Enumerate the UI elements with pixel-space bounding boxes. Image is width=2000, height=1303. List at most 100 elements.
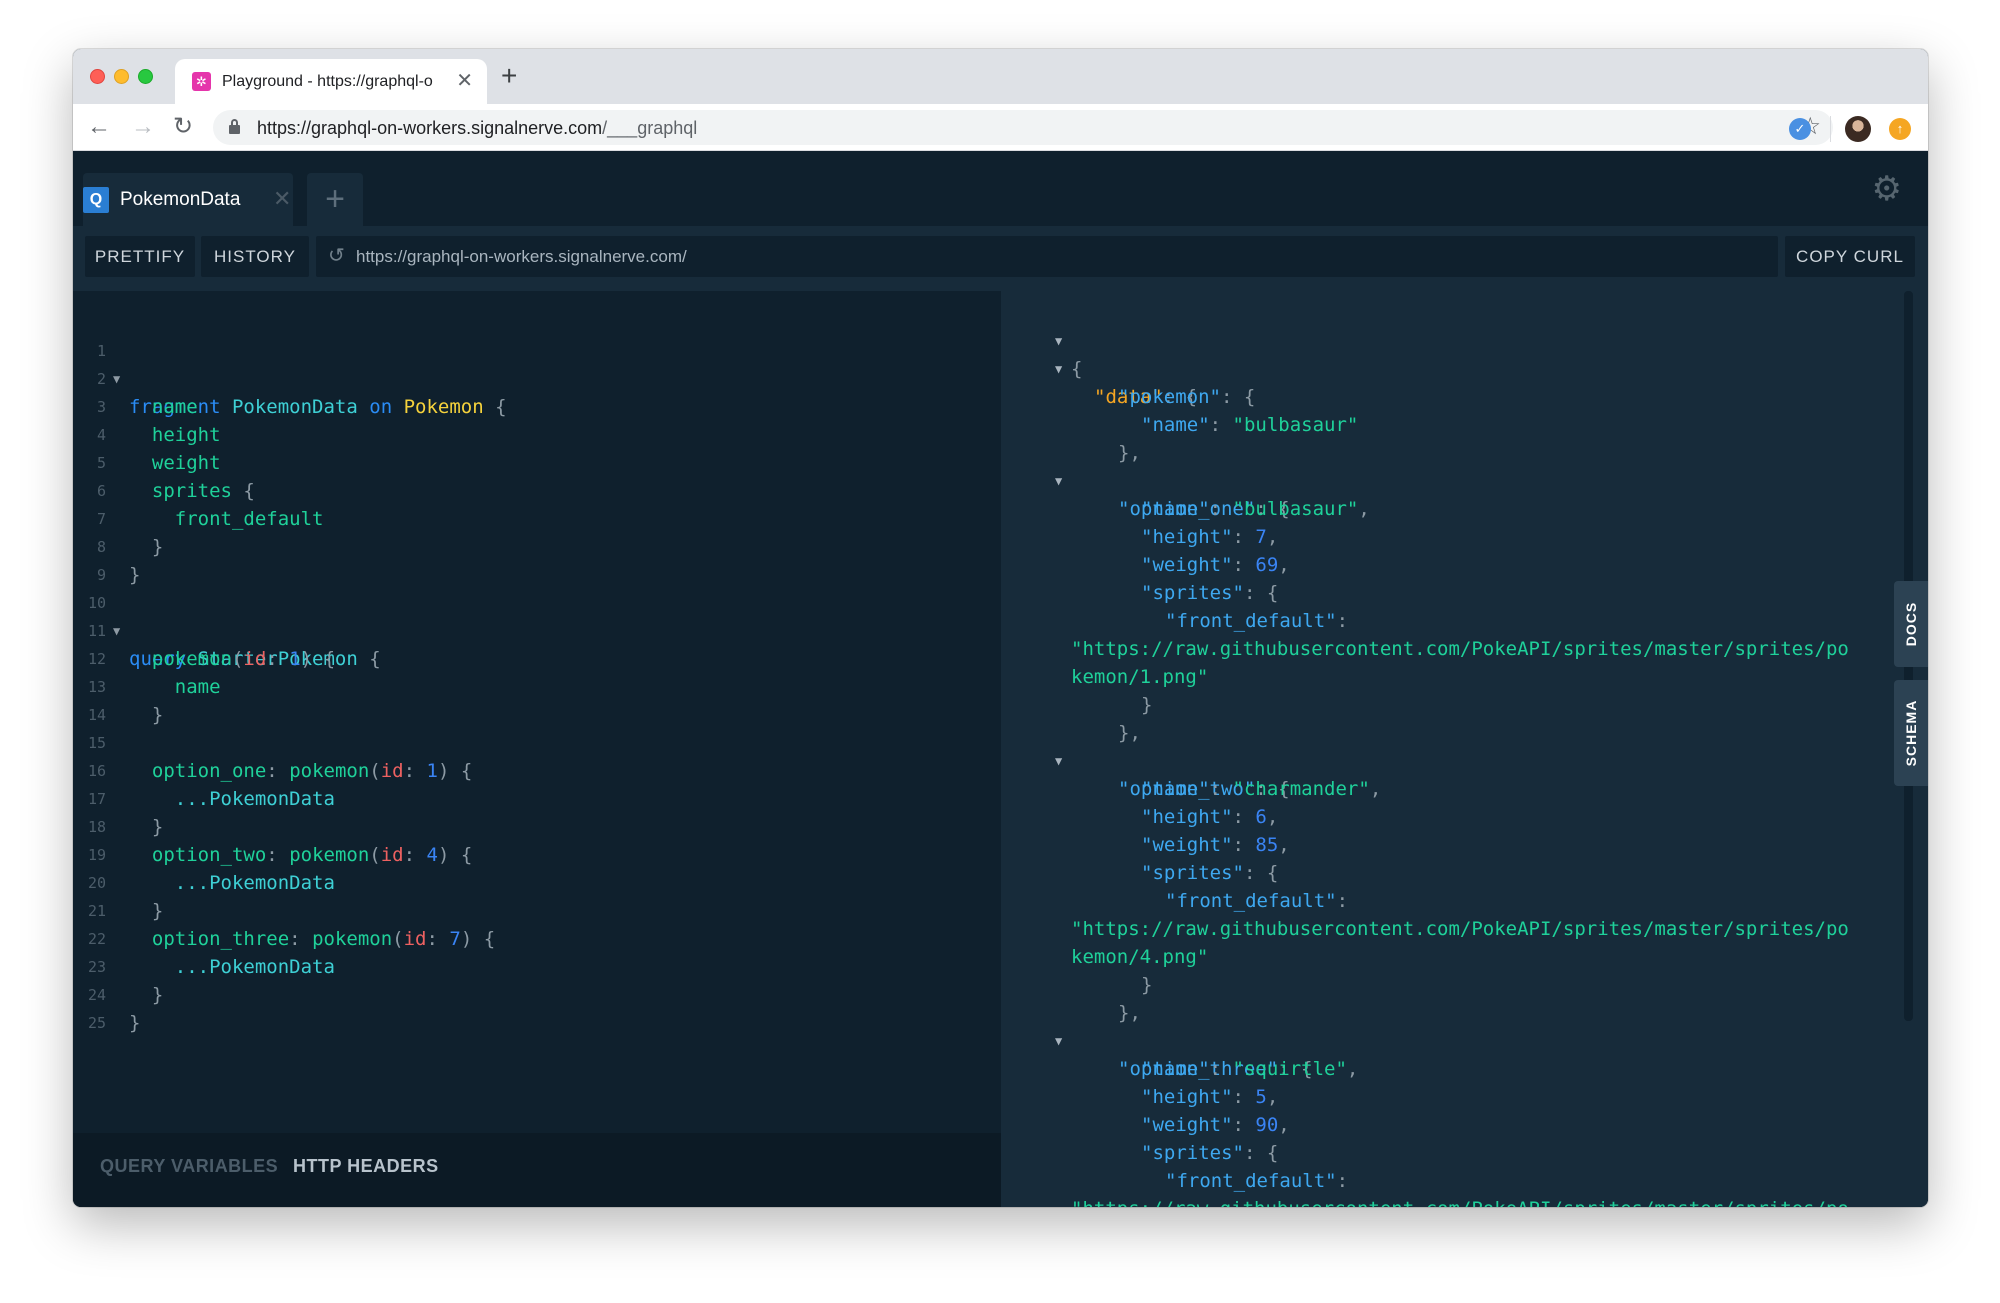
code-line: 1 ▼ fragment PokemonData on Pokemon {	[73, 309, 1001, 418]
new-tab-button[interactable]: +	[501, 62, 517, 90]
result-line: kemon/1.png"	[1001, 635, 1928, 688]
tab-http-headers[interactable]: HTTP HEADERS	[293, 1155, 439, 1177]
result-line: kemon/4.png"	[1001, 915, 1928, 968]
code-line: 23 }	[73, 925, 1001, 1006]
tab-label: PokemonData	[120, 189, 241, 210]
result-line: "weight": 69,	[1141, 554, 1290, 576]
code-line: 22 ...PokemonData	[73, 897, 1001, 978]
browser-window: ✲ Playground - https://graphql-o ✕ + ← →…	[73, 49, 1928, 1207]
code-line: 8 }	[73, 505, 1001, 586]
result-line: "height": 7,	[1141, 526, 1279, 548]
code-line: 12 name	[73, 617, 1001, 698]
lock-icon	[229, 119, 240, 134]
graphql-favicon-icon: ✲	[192, 72, 211, 91]
query-editor[interactable]: 1 ▼ fragment PokemonData on Pokemon { 2 …	[73, 291, 1001, 1207]
code-line: 7 }	[73, 477, 1001, 558]
graphql-playground: Q PokemonData ✕ + ⚙ PRETTIFY HISTORY ↺ h…	[73, 151, 1928, 1207]
result-line: "front_default":	[1165, 890, 1349, 912]
refresh-icon[interactable]: ↺	[328, 245, 345, 267]
result-line: "front_default":	[1165, 610, 1349, 632]
close-icon[interactable]: ✕	[456, 69, 473, 93]
copy-curl-button[interactable]: COPY CURL	[1785, 236, 1915, 277]
address-url[interactable]: https://graphql-on-workers.signalnerve.c…	[257, 117, 697, 139]
result-viewer[interactable]: ▼ { ▼ "data": { "pokemon": { "name": "bu…	[1001, 291, 1928, 1207]
result-line: "name": "squirtle",	[1141, 1058, 1359, 1080]
result-line: "weight": 85,	[1141, 834, 1290, 856]
variables-panel-bar: QUERY VARIABLES HTTP HEADERS	[73, 1133, 1001, 1207]
code-line: 5 sprites {	[73, 421, 1001, 502]
tab-pokemondata[interactable]: Q PokemonData ✕	[83, 173, 293, 226]
result-line: "pokemon": {	[1118, 386, 1256, 408]
result-line: },	[1118, 1002, 1141, 1024]
result-line: "https://raw.githubusercontent.com/PokeA…	[1001, 887, 1928, 940]
forward-arrow-icon[interactable]: →	[131, 112, 155, 142]
line-number: 25	[87, 1014, 106, 1032]
code-line: 6 front_default	[73, 449, 1001, 530]
browser-tab[interactable]: ✲ Playground - https://graphql-o ✕	[175, 59, 487, 104]
endpoint-input[interactable]: ↺ https://graphql-on-workers.signalnerve…	[316, 236, 1778, 277]
result-line: "front_default":	[1165, 1170, 1349, 1192]
code-line: 13 }	[73, 645, 1001, 726]
code-line: 17 }	[73, 757, 1001, 838]
schema-tab[interactable]: SCHEMA	[1894, 680, 1928, 786]
address-bar[interactable]: https://graphql-on-workers.signalnerve.c…	[213, 110, 1833, 145]
editor-action-bar: PRETTIFY HISTORY ↺ https://graphql-on-wo…	[73, 226, 1928, 291]
browser-toolbar: ← → ↻ https://graphql-on-workers.signaln…	[73, 104, 1928, 151]
add-tab-button[interactable]: +	[307, 173, 363, 226]
code-line: 21 option_three: pokemon(id: 7) {	[73, 869, 1001, 950]
result-line: "sprites": {	[1141, 582, 1279, 604]
browser-tab-strip: ✲ Playground - https://graphql-o ✕ +	[73, 49, 1928, 104]
code-line: 2 name	[73, 337, 1001, 418]
query-badge: Q	[83, 187, 109, 213]
playground-tab-bar: Q PokemonData ✕ + ⚙	[73, 151, 1928, 226]
result-line: "name": "bulbasaur",	[1141, 498, 1370, 520]
result-line: "https://raw.githubusercontent.com/PokeA…	[1001, 607, 1928, 660]
history-button[interactable]: HISTORY	[201, 236, 309, 277]
result-line: "sprites": {	[1141, 862, 1279, 884]
back-arrow-icon[interactable]: ←	[87, 112, 111, 142]
tab-query-variables[interactable]: QUERY VARIABLES	[100, 1155, 278, 1177]
url-path: /___graphql	[602, 118, 698, 138]
schema-tab-label: SCHEMA	[1903, 699, 1919, 767]
result-line: ▼ "data": {	[1001, 327, 1928, 408]
close-window-button[interactable]	[90, 69, 105, 84]
result-line: ▼ "option_one": {	[1001, 439, 1928, 520]
result-line: "height": 5,	[1141, 1086, 1279, 1108]
extension-icon[interactable]: ✓	[1789, 118, 1811, 140]
result-line: "weight": 90,	[1141, 1114, 1290, 1136]
code-line: 15 option_one: pokemon(id: 1) {	[73, 701, 1001, 782]
url-host: https://graphql-on-workers.signalnerve.c…	[257, 118, 603, 138]
json-string: "https://raw.githubusercontent.com/PokeA…	[1071, 1195, 1849, 1207]
minimize-window-button[interactable]	[114, 69, 129, 84]
result-line: ▼ "option_three": {	[1001, 999, 1928, 1080]
result-line: }	[1141, 974, 1153, 996]
endpoint-url[interactable]: https://graphql-on-workers.signalnerve.c…	[356, 246, 687, 267]
code-line: 25	[73, 981, 1001, 1032]
code-line: 19 ...PokemonData	[73, 813, 1001, 894]
maximize-window-button[interactable]	[138, 69, 153, 84]
result-line: "name": "bulbasaur"	[1141, 414, 1359, 436]
docs-tab[interactable]: DOCS	[1894, 581, 1928, 667]
result-line: }	[1141, 694, 1153, 716]
result-line: },	[1118, 442, 1141, 464]
avatar[interactable]	[1845, 116, 1871, 142]
prettify-button[interactable]: PRETTIFY	[85, 236, 195, 277]
code-line: 10 ▼ query StarterPokemon {	[73, 561, 1001, 670]
code-line: 3 height	[73, 365, 1001, 446]
result-line: "height": 6,	[1141, 806, 1279, 828]
result-line: "sprites": {	[1141, 1142, 1279, 1164]
reload-icon[interactable]: ↻	[173, 112, 193, 142]
result-line: "name": "charmander",	[1141, 778, 1382, 800]
result-line: ▼ {	[1001, 299, 1928, 380]
close-icon[interactable]: ✕	[273, 186, 291, 212]
update-icon[interactable]: ↑	[1889, 118, 1911, 140]
toolbar-divider	[1830, 116, 1831, 142]
code-line: 20 }	[73, 841, 1001, 922]
code-line: 9	[73, 533, 1001, 584]
code-line: 16 ...PokemonData	[73, 729, 1001, 810]
browser-tab-title: Playground - https://graphql-o	[222, 73, 433, 90]
gear-icon[interactable]: ⚙	[1872, 171, 1902, 207]
result-line: },	[1118, 722, 1141, 744]
code-line: 4 weight	[73, 393, 1001, 474]
result-line: "https://raw.githubusercontent.com/PokeA…	[1001, 1167, 1928, 1207]
